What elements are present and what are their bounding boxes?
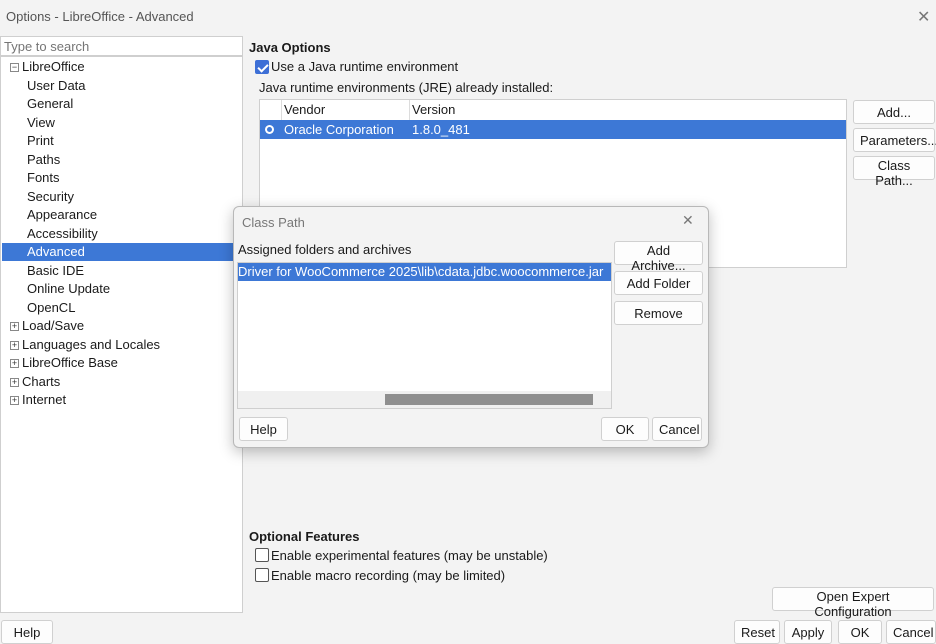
- jre-table-header: Vendor Version: [260, 100, 846, 121]
- tree-item-load-save[interactable]: Load/Save: [22, 317, 84, 335]
- macro-checkbox[interactable]: [255, 568, 269, 582]
- jre-radio[interactable]: [265, 125, 274, 134]
- class-path-list[interactable]: Driver for WooCommerce 2025\lib\cdata.jd…: [237, 262, 612, 409]
- assigned-label: Assigned folders and archives: [238, 242, 412, 257]
- class-path-dialog: Class Path ✕ Assigned folders and archiv…: [233, 206, 709, 448]
- dialog-help-button[interactable]: Help: [239, 417, 288, 441]
- jre-installed-label: Java runtime environments (JRE) already …: [259, 80, 554, 95]
- dialog-ok-button[interactable]: OK: [601, 417, 649, 441]
- use-jre-checkbox[interactable]: [255, 60, 269, 74]
- ok-button[interactable]: OK: [838, 620, 882, 644]
- tree-item-security[interactable]: Security: [27, 188, 74, 206]
- open-expert-config-button[interactable]: Open Expert Configuration: [772, 587, 934, 619]
- tree-item-appearance[interactable]: Appearance: [27, 206, 97, 224]
- options-tree: − LibreOffice User Data General View Pri…: [0, 56, 243, 613]
- add-archive-button[interactable]: Add Archive...: [614, 241, 703, 273]
- expand-icon[interactable]: +: [10, 378, 19, 387]
- tree-item-languages[interactable]: Languages and Locales: [22, 336, 160, 354]
- tree-item-advanced[interactable]: Advanced: [27, 243, 85, 261]
- tree-item-user-data[interactable]: User Data: [27, 77, 86, 95]
- add-jre-button[interactable]: Add...: [853, 100, 935, 124]
- tree-item-view[interactable]: View: [27, 114, 55, 132]
- apply-button[interactable]: Apply: [784, 620, 832, 644]
- tree-item-print[interactable]: Print: [27, 132, 54, 150]
- use-jre-label: Use a Java runtime environment: [271, 59, 459, 74]
- tree-item-libreoffice[interactable]: LibreOffice: [22, 58, 85, 76]
- column-vendor[interactable]: Vendor: [284, 102, 325, 117]
- tree-item-fonts[interactable]: Fonts: [27, 169, 60, 187]
- optional-features-heading: Optional Features: [249, 529, 360, 544]
- java-options-heading: Java Options: [249, 40, 331, 55]
- expand-icon[interactable]: +: [10, 359, 19, 368]
- dialog-title: Class Path: [242, 215, 305, 230]
- scrollbar-thumb[interactable]: [385, 394, 593, 405]
- help-button[interactable]: Help: [1, 620, 53, 644]
- tree-item-internet[interactable]: Internet: [22, 391, 66, 409]
- tree-item-basic-ide[interactable]: Basic IDE: [27, 262, 84, 280]
- expand-icon[interactable]: +: [10, 396, 19, 405]
- class-path-button[interactable]: Class Path...: [853, 156, 935, 188]
- collapse-icon[interactable]: −: [10, 63, 19, 72]
- tree-item-online-update[interactable]: Online Update: [27, 280, 110, 298]
- column-separator: [281, 100, 282, 120]
- macro-label: Enable macro recording (may be limited): [271, 568, 506, 583]
- tree-item-charts[interactable]: Charts: [22, 373, 60, 391]
- tree-item-accessibility[interactable]: Accessibility: [27, 225, 98, 243]
- expand-icon[interactable]: +: [10, 322, 19, 331]
- list-item[interactable]: Driver for WooCommerce 2025\lib\cdata.jd…: [238, 263, 611, 281]
- jre-vendor: Oracle Corporation: [284, 122, 394, 137]
- tree-item-opencl[interactable]: OpenCL: [27, 299, 75, 317]
- search-input[interactable]: [0, 36, 243, 56]
- add-folder-button[interactable]: Add Folder: [614, 271, 703, 295]
- table-row[interactable]: Oracle Corporation 1.8.0_481: [260, 120, 846, 139]
- parameters-button[interactable]: Parameters...: [853, 128, 936, 152]
- column-separator: [409, 100, 410, 120]
- close-icon[interactable]: ✕: [917, 7, 930, 27]
- column-version[interactable]: Version: [412, 102, 455, 117]
- tree-item-paths[interactable]: Paths: [27, 151, 60, 169]
- jre-version: 1.8.0_481: [412, 122, 470, 137]
- experimental-checkbox[interactable]: [255, 548, 269, 562]
- dialog-close-icon[interactable]: ✕: [682, 212, 694, 229]
- tree-item-libreoffice-base[interactable]: LibreOffice Base: [22, 354, 118, 372]
- cancel-button[interactable]: Cancel: [886, 620, 936, 644]
- remove-button[interactable]: Remove: [614, 301, 703, 325]
- reset-button[interactable]: Reset: [734, 620, 780, 644]
- tree-item-general[interactable]: General: [27, 95, 73, 113]
- experimental-label: Enable experimental features (may be uns…: [271, 548, 548, 563]
- window-title: Options - LibreOffice - Advanced: [6, 9, 194, 24]
- dialog-cancel-button[interactable]: Cancel: [652, 417, 702, 441]
- expand-icon[interactable]: +: [10, 341, 19, 350]
